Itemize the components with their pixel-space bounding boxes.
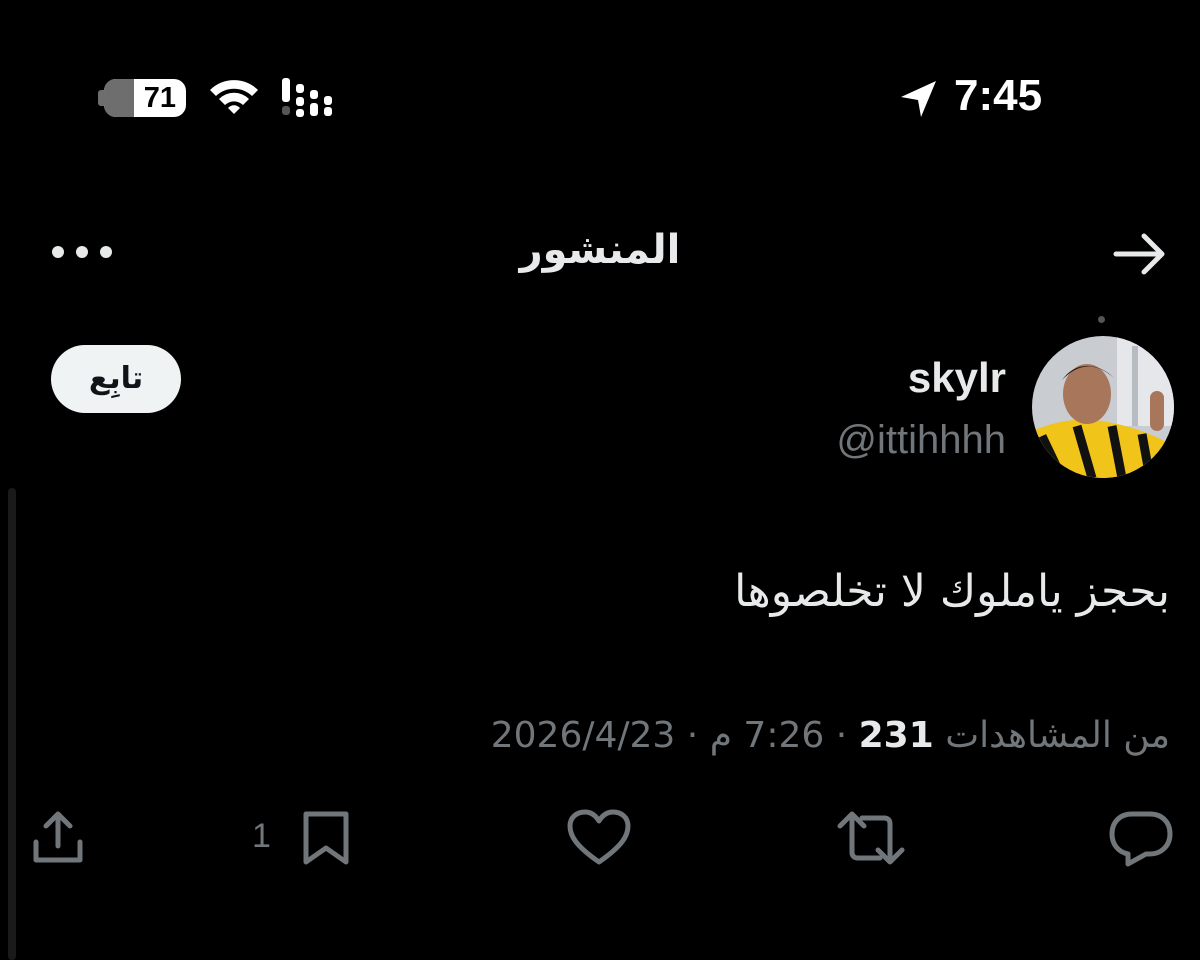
share-icon[interactable] (30, 808, 86, 868)
author-handle[interactable]: @ittihhhh (836, 414, 1006, 466)
reply-bubble-icon[interactable] (1108, 808, 1174, 868)
battery-level: 71 (143, 82, 176, 114)
location-arrow-icon (901, 81, 936, 117)
bookmark-icon[interactable] (296, 808, 356, 868)
follow-button[interactable]: تابِع (51, 345, 181, 413)
status-time: 7:45 (954, 71, 1043, 120)
more-dot (76, 246, 88, 258)
more-dot (100, 246, 112, 258)
cellular-signal-icon (282, 78, 332, 117)
avatar-image (1032, 336, 1174, 478)
views-count[interactable]: 231 (859, 715, 934, 756)
repost-icon[interactable] (836, 808, 906, 868)
bookmark-count: 1 (252, 817, 271, 855)
post-meta: من المشاهدات 231 · 7:26 م · 2026/4/23 (491, 708, 1170, 764)
post-time: 7:26 م (709, 715, 825, 756)
avatar[interactable] (1032, 336, 1174, 478)
battery-icon: 71 (104, 79, 186, 117)
page-title: المنشور (519, 227, 681, 273)
heart-icon[interactable] (566, 808, 632, 868)
wifi-icon (210, 80, 258, 114)
decorative-dot (1098, 316, 1105, 323)
battery-empty-portion (104, 79, 134, 117)
more-options-button[interactable] (50, 240, 114, 264)
meta-separator: · (824, 715, 859, 756)
post-text: بحجز ياملوك لا تخلصوها (734, 566, 1170, 617)
more-dot (52, 246, 64, 258)
arrow-right-icon[interactable] (1108, 228, 1172, 280)
scrollbar[interactable] (8, 488, 16, 960)
post-date: 2026/4/23 (490, 715, 676, 756)
views-label: من المشاهدات (945, 715, 1170, 756)
meta-separator: · (675, 715, 710, 756)
author-display-name[interactable]: skylr (908, 350, 1006, 406)
